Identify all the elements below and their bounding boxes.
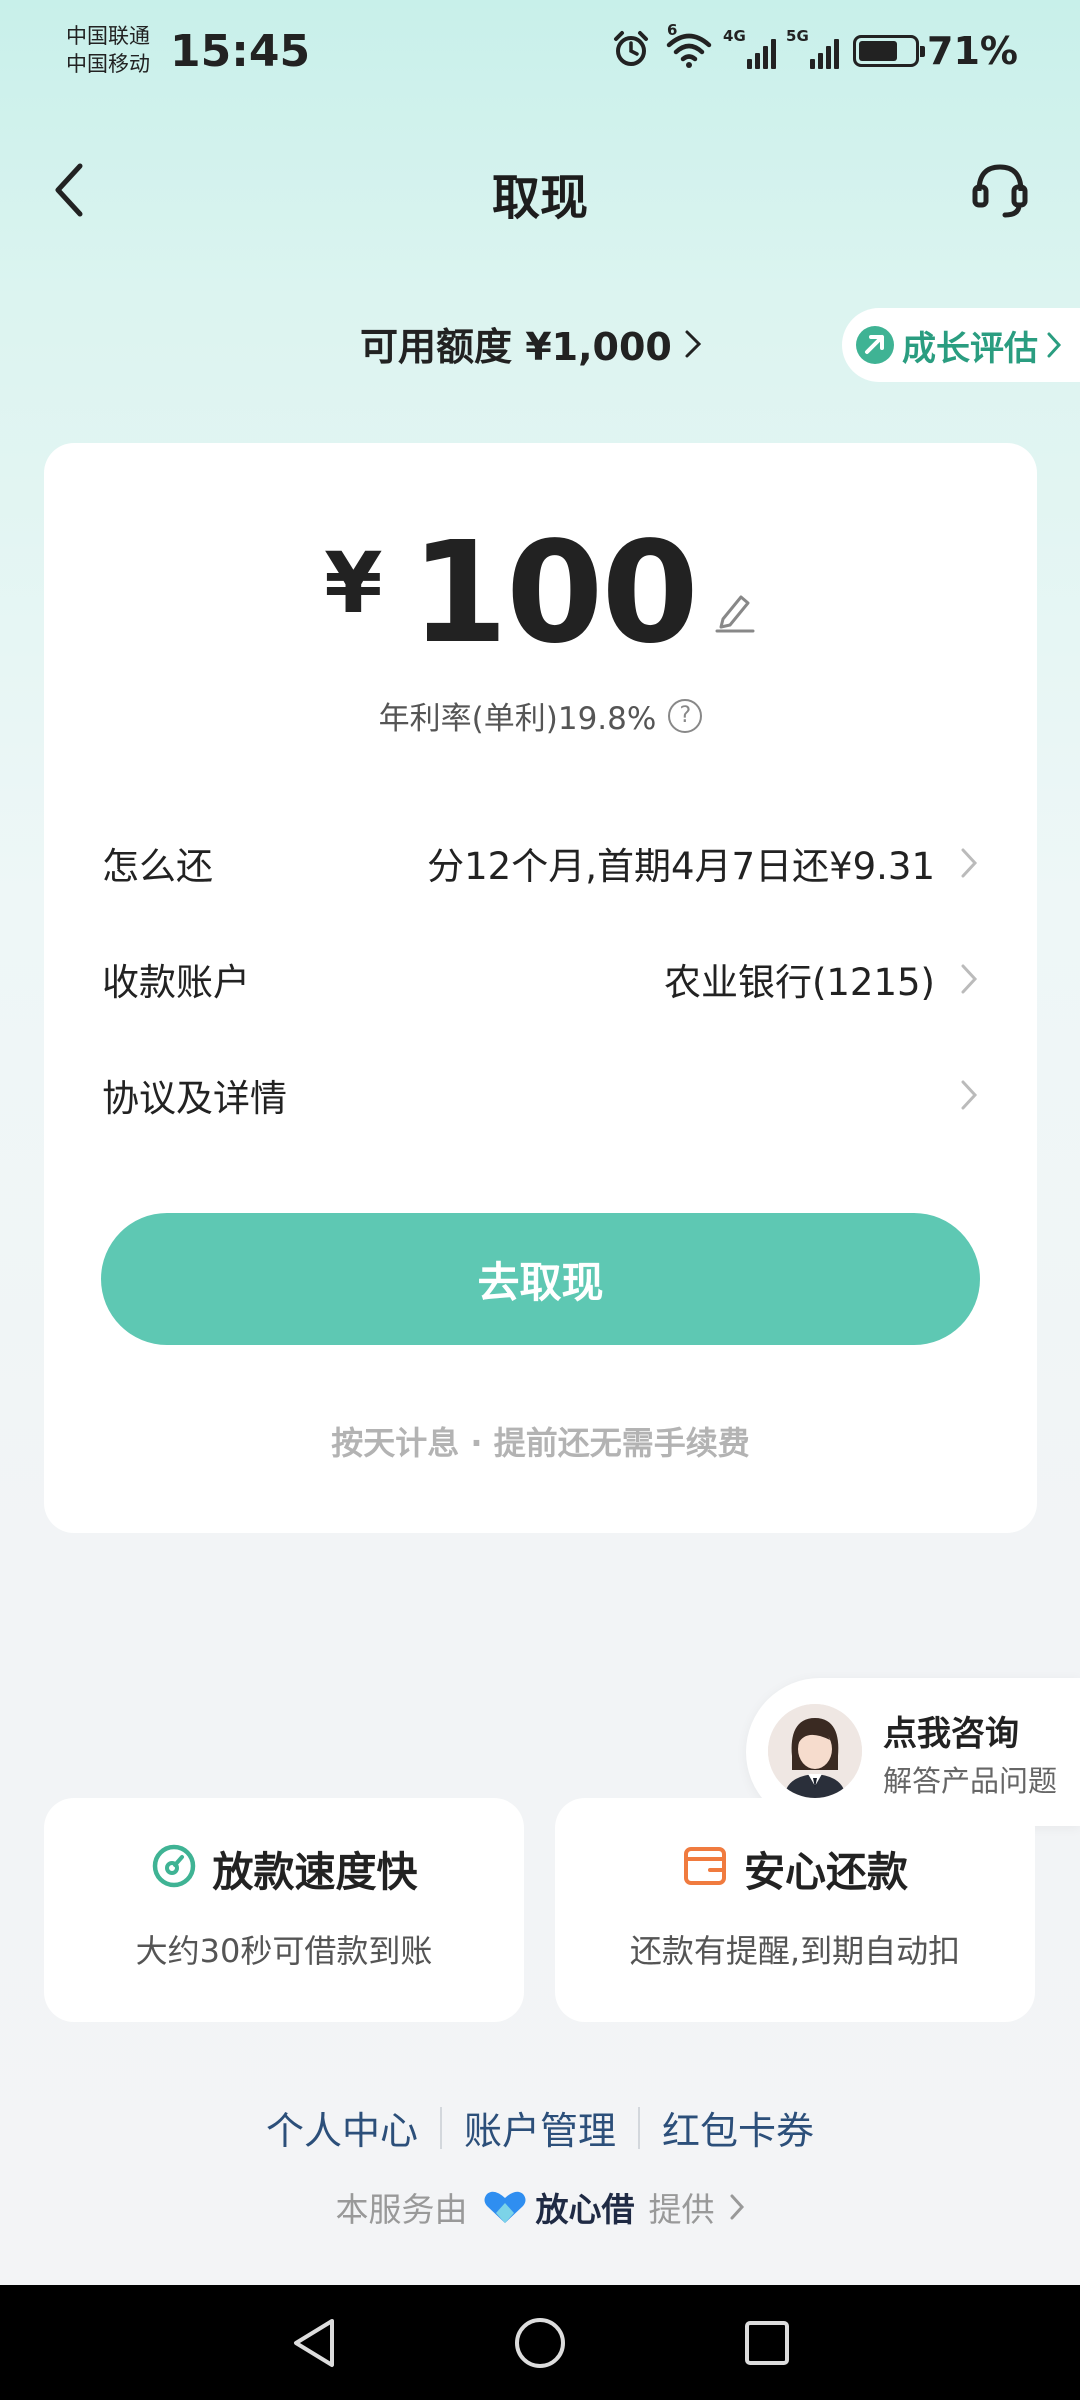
agent-avatar [768,1704,862,1798]
repayment-plan-label: 怎么还 [102,845,213,888]
growth-assessment-label: 成长评估 [902,328,1038,369]
feature-card-fast-loan: 放款速度快 大约30秒可借款到账 [44,1798,524,2022]
currency-symbol: ¥ [324,534,383,632]
chevron-right-icon [685,330,701,357]
provider-brand-name: 放心借 [535,2190,635,2229]
interest-rate-text: 年利率(单利)19.8% [378,701,657,737]
feature-title: 放款速度快 [212,1848,418,1896]
system-nav-bar [0,2285,1080,2400]
chevron-right-icon [1047,332,1062,358]
feature-description: 大约30秒可借款到账 [135,1932,433,1970]
signal-4g-label: 4G [723,27,746,45]
feature-title-row: 安心还款 [555,1838,1035,1898]
receiving-account-row[interactable]: 收款账户 农业银行(1215) [102,939,979,1019]
withdraw-button[interactable]: 去取现 [101,1213,980,1345]
wifi-icon: 6 [665,21,713,73]
interest-rate-row: 年利率(单利)19.8% ? [44,693,1037,738]
service-provider-link[interactable]: 本服务由 放心借 提供 [0,2183,1080,2231]
available-credit-link[interactable]: 可用额度 ¥1,000 [360,316,702,371]
nav-home-button[interactable] [500,2303,580,2383]
interest-note: 按天计息 · 提前还无需手续费 [331,1424,750,1462]
triangle-back-icon [294,2318,335,2367]
page-title: 取现 [491,170,588,226]
brand-logo-icon [484,2191,525,2223]
feature-card-safe-repay: 安心还款 还款有提醒,到期自动扣 [555,1798,1035,2022]
square-recents-icon [744,2320,789,2365]
status-bar: 中国联通 中国移动 15:45 6 4G 5G 71% [0,0,1080,110]
wifi-label: 6 [667,21,678,39]
withdraw-amount[interactable]: 100 [411,512,699,675]
status-icons: 6 4G 5G 71% [611,21,1018,74]
credit-row: 可用额度 ¥1,000 成长评估 [0,308,1080,382]
wallet-icon [682,1843,728,1893]
chevron-right-icon [961,1080,978,1110]
provider-prefix: 本服务由 [335,2190,468,2229]
link-coupons[interactable]: 红包卡券 [640,2100,836,2155]
provider-brand: 放心借 [482,2183,635,2231]
signal-4g-icon: 4G [723,27,777,69]
footer-links: 个人中心 账户管理 红包卡券 [0,2100,1080,2155]
available-credit-label: 可用额度 ¥1,000 [360,325,672,369]
chevron-right-icon [730,2194,744,2220]
consult-title: 点我咨询 [883,1714,1019,1754]
signal-5g-label: 5G [786,27,809,45]
feature-description: 还款有提醒,到期自动扣 [629,1932,961,1970]
headset-icon [972,164,1028,218]
link-account-management[interactable]: 账户管理 [442,2100,638,2155]
receiving-account-label: 收款账户 [102,961,250,1004]
feature-title-row: 放款速度快 [44,1838,524,1898]
carrier-labels: 中国联通 中国移动 [66,22,150,78]
provider-suffix: 提供 [648,2190,715,2229]
pencil-icon[interactable] [713,589,757,637]
carrier-2: 中国移动 [66,52,150,76]
repayment-plan-row[interactable]: 怎么还 分12个月,首期4月7日还¥9.31 [102,823,979,903]
signal-5g-icon: 5G [786,27,840,69]
agreement-details-row[interactable]: 协议及详情 [102,1055,979,1135]
customer-service-button[interactable] [960,150,1040,230]
speed-icon [151,1843,197,1893]
carrier-1: 中国联通 [66,24,150,48]
receiving-account-value: 农业银行(1215) [663,961,935,1004]
arrow-up-icon [856,326,894,364]
app-header: 取现 [0,140,1080,240]
alarm-icon [611,29,651,73]
amount-row: ¥ 100 [44,512,1037,675]
chevron-right-icon [961,848,978,878]
circle-home-icon [514,2317,565,2368]
battery-percent: 71% [927,29,1018,73]
consult-subtitle: 解答产品问题 [883,1764,1058,1798]
battery-icon [853,35,926,67]
agreement-details-label: 协议及详情 [102,1077,287,1120]
question-icon[interactable]: ? [668,698,703,733]
nav-recents-button[interactable] [727,2303,807,2383]
chevron-right-icon [961,964,978,994]
link-personal-center[interactable]: 个人中心 [244,2100,440,2155]
withdraw-card: ¥ 100 年利率(单利)19.8% ? 怎么还 分12个月,首期4月7日还¥9… [44,443,1037,1533]
battery-indicator: 71% [853,29,1018,73]
status-time: 15:45 [170,26,311,77]
nav-back-button[interactable] [273,2303,353,2383]
repayment-plan-value: 分12个月,首期4月7日还¥9.31 [427,845,935,888]
battery-fill [859,41,898,61]
growth-assessment-button[interactable]: 成长评估 [842,308,1080,382]
feature-title: 安心还款 [744,1848,908,1896]
